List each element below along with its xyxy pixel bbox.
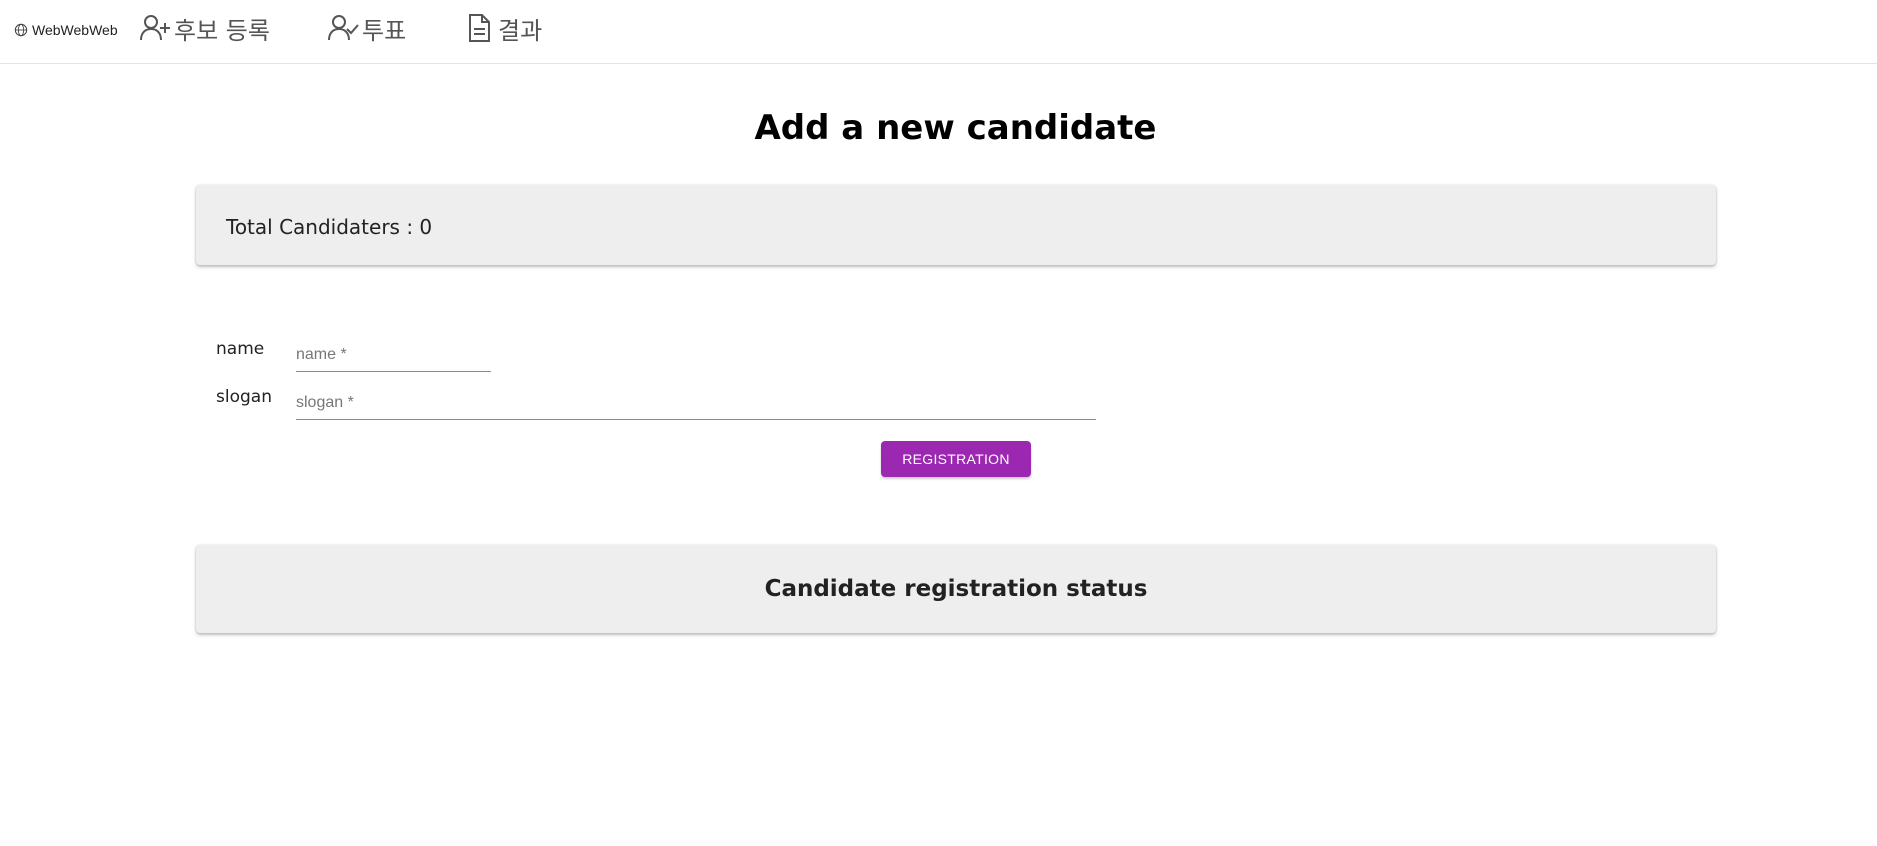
total-candidates-card: Total Candidaters : 0: [196, 185, 1716, 265]
top-navbar: WebWebWeb 후보 등록 투표 결과: [0, 0, 1877, 64]
registration-button[interactable]: REGISTRATION: [881, 441, 1031, 477]
person-check-icon: [328, 15, 359, 41]
nav-vote[interactable]: 투표: [326, 6, 406, 50]
nav-label-results: 결과: [498, 16, 543, 45]
document-icon: [469, 14, 490, 42]
registration-status-heading: Candidate registration status: [764, 576, 1148, 602]
brand[interactable]: WebWebWeb: [14, 22, 118, 38]
name-input[interactable]: [296, 346, 491, 364]
person-add-icon: [140, 15, 170, 41]
brand-label: WebWebWeb: [32, 22, 118, 38]
globe-icon: [14, 23, 28, 37]
registration-status-card: Candidate registration status: [196, 545, 1716, 633]
slogan-field: [296, 390, 1096, 420]
nav-candidate-registration[interactable]: 후보 등록: [138, 6, 270, 50]
slogan-input[interactable]: [296, 394, 1096, 412]
name-label: name: [216, 339, 265, 359]
name-field: [296, 342, 491, 372]
total-candidates-count: Total Candidaters : 0: [226, 215, 433, 239]
nav-label-candidate-registration: 후보 등록: [174, 16, 270, 45]
nav-label-vote: 투표: [362, 16, 407, 45]
slogan-label: slogan: [216, 387, 272, 407]
page-title: Add a new candidate: [754, 108, 1157, 148]
nav-results[interactable]: 결과: [462, 6, 542, 50]
